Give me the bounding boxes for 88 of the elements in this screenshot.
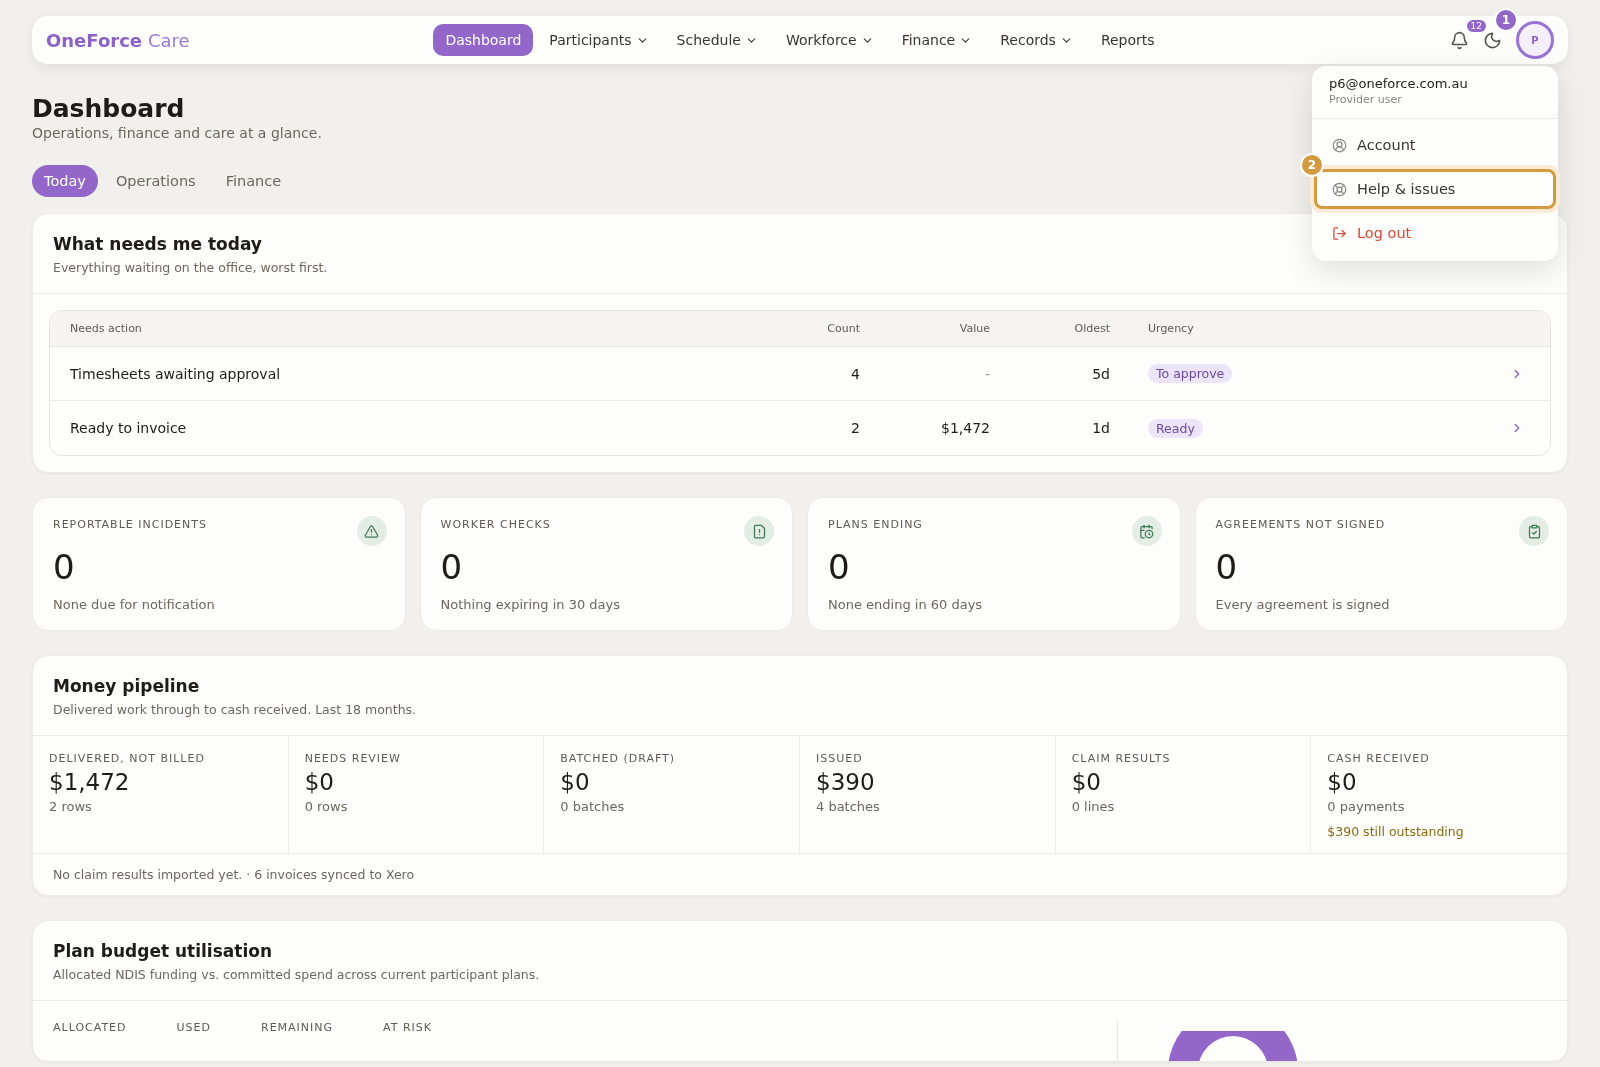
stage-label: NEEDS REVIEW xyxy=(304,752,402,765)
account-icon xyxy=(1332,137,1347,153)
stat-note: Nothing expiring in 30 days xyxy=(440,597,621,612)
user-role: Provider user xyxy=(1329,93,1403,106)
menu-item[interactable]: Log out xyxy=(1314,213,1556,253)
table-cell-text: 1d xyxy=(1091,420,1110,436)
nav-link[interactable]: Schedule xyxy=(664,24,770,56)
urgency-tag: To approve xyxy=(1148,364,1233,383)
stat-note: None due for notification xyxy=(53,597,216,612)
brand-logo[interactable]: OneForce Care xyxy=(46,29,434,51)
table-cell-text: Ready to invoice xyxy=(70,420,188,436)
stat-value: 0 xyxy=(53,547,76,587)
page-subtitle: Operations, finance and care at a glance. xyxy=(32,125,322,141)
table-row[interactable]: Ready to invoice 2 $1,472 1d Ready xyxy=(50,401,1550,455)
stat-label: AGREEMENTS NOT SIGNED xyxy=(1215,518,1387,531)
column-header: Needs action xyxy=(70,322,143,335)
tab[interactable]: Operations xyxy=(103,165,208,197)
bell-icon[interactable] xyxy=(1450,30,1469,50)
stat-value: 0 xyxy=(1215,547,1239,587)
stage-note: 4 batches xyxy=(816,799,881,814)
stage-value: $0 xyxy=(560,769,591,795)
stage-note: 0 payments xyxy=(1327,799,1406,814)
budget-label: REMAINING xyxy=(261,1021,334,1036)
notification-count: 12 xyxy=(1466,19,1486,32)
table-cell-text: 4 xyxy=(850,365,860,382)
urgency-tag: Ready xyxy=(1148,418,1203,438)
stat-note: None ending in 60 days xyxy=(828,597,984,612)
pipeline-footnote: No claim results imported yet. · 6 invoices synced to Xero xyxy=(52,866,416,884)
budget-label: USED xyxy=(176,1021,211,1036)
column-header: Oldest xyxy=(1073,322,1110,335)
calendar-icon xyxy=(1131,516,1162,546)
nav-link[interactable]: Dashboard xyxy=(433,24,534,56)
user-email: p6@oneforce.com.au xyxy=(1329,76,1469,91)
stage-label: DELIVERED, NOT BILLED xyxy=(49,752,206,765)
stat-value: 0 xyxy=(828,547,851,587)
column-header: Count xyxy=(826,322,860,335)
card-subtitle: Everything waiting on the office, worst first. xyxy=(53,260,328,275)
card-subtitle: Delivered work through to cash received. Last 18 months. xyxy=(53,702,417,717)
card-title: What needs me today xyxy=(53,234,262,254)
table-cell-text: - xyxy=(983,365,990,382)
stage-label: BATCHED (DRAFT) xyxy=(560,752,677,765)
stat-label: WORKER CHECKS xyxy=(440,518,552,531)
column-header: Value xyxy=(958,322,990,335)
nav-link[interactable]: Workforce xyxy=(773,24,886,56)
step-marker: 2 xyxy=(1300,153,1324,177)
stage-note: 0 rows xyxy=(304,799,349,814)
stage-value: $1,472 xyxy=(49,769,131,795)
table-cell-text: Timesheets awaiting approval xyxy=(70,365,282,382)
table-cell-text: 5d xyxy=(1091,365,1110,382)
alert-icon xyxy=(744,516,774,546)
moon-icon[interactable] xyxy=(1483,30,1502,50)
logout-icon xyxy=(1332,225,1347,241)
stage-value: $0 xyxy=(1071,769,1102,795)
nav-link[interactable]: Reports xyxy=(1088,24,1167,56)
stage-note: 0 batches xyxy=(560,799,626,814)
tab[interactable]: Today xyxy=(32,165,98,197)
avatar-button[interactable]: P xyxy=(1516,21,1554,59)
stage-note: 0 lines xyxy=(1071,799,1116,814)
page-title: Dashboard xyxy=(32,94,185,123)
outstanding-note: $390 still outstanding xyxy=(1327,824,1465,839)
help-icon xyxy=(1332,181,1347,197)
nav-link[interactable]: Records xyxy=(988,24,1085,56)
card-subtitle: Allocated NDIS funding vs. committed spend across current participant plans. xyxy=(53,967,540,982)
clipboard-icon xyxy=(1519,516,1549,546)
stat-value: 0 xyxy=(440,547,464,587)
column-header: Urgency xyxy=(1147,322,1195,335)
warning-icon xyxy=(356,516,387,546)
step-marker: 1 xyxy=(1494,8,1518,32)
stage-note: 2 rows xyxy=(49,799,93,814)
card-title: Money pipeline xyxy=(53,676,200,696)
stage-value: $0 xyxy=(1327,769,1358,795)
stat-label: PLANS ENDING xyxy=(828,518,924,531)
nav-link[interactable]: Participants xyxy=(537,24,661,56)
table-cell-text: 2 xyxy=(850,420,860,436)
budget-label: ALLOCATED xyxy=(53,1021,127,1036)
stage-value: $390 xyxy=(816,769,876,795)
table-row[interactable]: Timesheets awaiting approval 4 - 5d To approve xyxy=(50,347,1550,401)
stat-note: Every agreement is signed xyxy=(1215,597,1391,612)
card-title: Plan budget utilisation xyxy=(53,941,272,961)
budget-label: AT RISK xyxy=(383,1021,433,1036)
tab[interactable]: Finance xyxy=(213,165,294,197)
stage-value: $0 xyxy=(304,769,335,795)
stat-label: REPORTABLE INCIDENTS xyxy=(53,518,208,531)
stage-label: CASH RECEIVED xyxy=(1327,752,1431,765)
stage-label: CLAIM RESULTS xyxy=(1071,752,1172,765)
table-cell-text: $1,472 xyxy=(940,420,990,436)
stage-label: ISSUED xyxy=(816,752,864,765)
nav-link[interactable]: Finance xyxy=(889,24,985,56)
